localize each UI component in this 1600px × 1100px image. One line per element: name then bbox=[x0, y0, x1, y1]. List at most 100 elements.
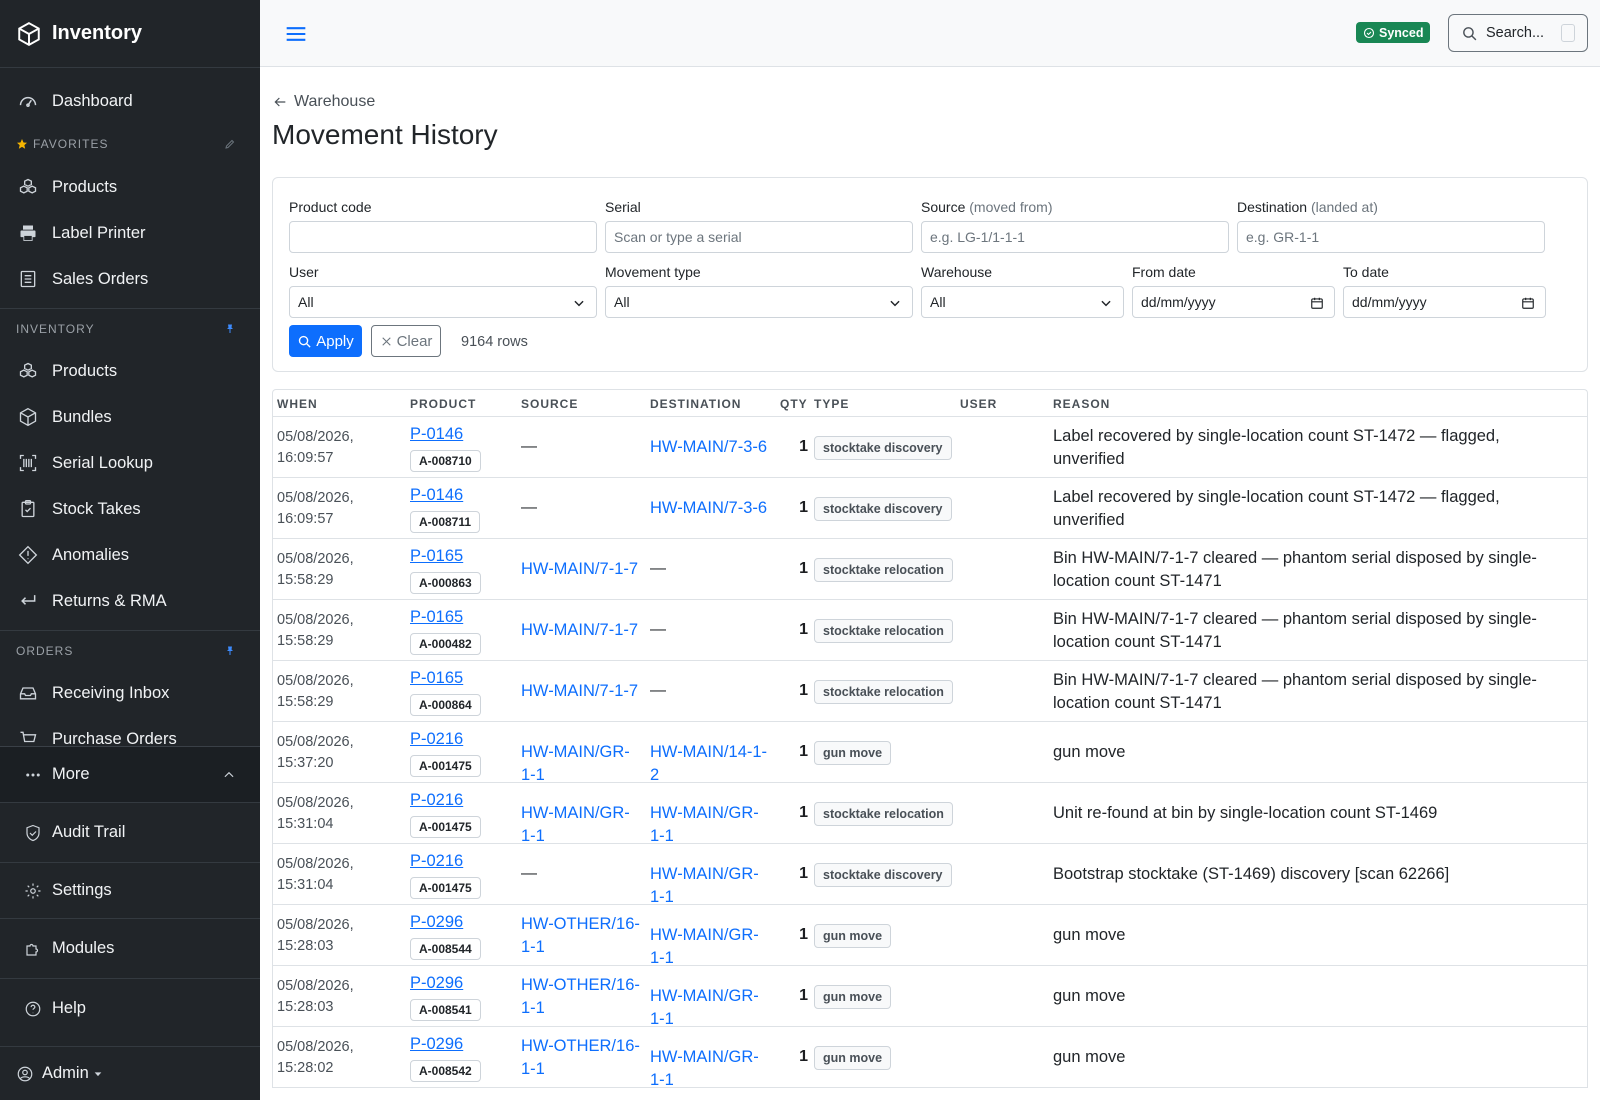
cell-source-link[interactable]: HW-OTHER/16-1-1 bbox=[521, 974, 643, 1020]
cell-destination-link[interactable]: HW-MAIN/14-1-2 bbox=[650, 741, 772, 787]
table-row[interactable]: 05/08/2026, 15:58:29 P-0165 A-000864 HW-MAI… bbox=[273, 661, 1587, 722]
cell-source-link[interactable]: HW-MAIN/7-1-7 bbox=[521, 680, 643, 703]
from-date-label: From date bbox=[1132, 264, 1196, 280]
sidebar-item-returns[interactable]: Returns & RMA bbox=[0, 578, 260, 624]
back-link[interactable]: Warehouse bbox=[272, 93, 375, 111]
col-type[interactable]: TYPE bbox=[814, 397, 849, 411]
cell-product-link[interactable]: P-0296 bbox=[410, 911, 463, 933]
col-destination[interactable]: DESTINATION bbox=[650, 397, 741, 411]
sidebar-nav[interactable]: Dashboard FAVORITES Products Label Print… bbox=[0, 68, 260, 746]
movement-type-select[interactable]: All bbox=[605, 286, 913, 318]
cell-product-link[interactable]: P-0296 bbox=[410, 1033, 463, 1055]
cell-destination-empty: — bbox=[650, 621, 666, 638]
search-icon bbox=[299, 335, 311, 348]
table-row[interactable]: 05/08/2026, 15:31:04 P-0216 A-001475 — HW-MA… bbox=[273, 844, 1587, 906]
pencil-icon[interactable] bbox=[224, 138, 236, 150]
table-row[interactable]: 05/08/2026, 15:58:29 P-0165 A-000482 HW-MAI… bbox=[273, 600, 1587, 661]
sidebar-item-products[interactable]: Products bbox=[0, 348, 260, 394]
sidebar-more-toggle[interactable]: More bbox=[0, 746, 260, 802]
global-search[interactable]: Search... bbox=[1448, 14, 1588, 52]
cell-destination-link[interactable]: HW-MAIN/GR-1-1 bbox=[650, 985, 772, 1031]
calendar-icon[interactable] bbox=[1310, 296, 1324, 310]
close-icon bbox=[381, 336, 391, 346]
table-row[interactable]: 05/08/2026, 15:31:04 P-0216 A-001475 HW-MAI… bbox=[273, 783, 1587, 845]
col-qty[interactable]: QTY bbox=[780, 397, 808, 411]
cell-product-link[interactable]: P-0146 bbox=[410, 423, 463, 445]
serial-input[interactable]: Scan or type a serial bbox=[605, 221, 913, 253]
source-input[interactable]: e.g. LG-1/1-1-1 bbox=[921, 221, 1229, 253]
cell-reason: gun move bbox=[1053, 743, 1126, 761]
cell-product-link[interactable]: P-0216 bbox=[410, 850, 463, 872]
cell-source-link[interactable]: HW-MAIN/7-1-7 bbox=[521, 558, 643, 581]
col-when[interactable]: WHEN bbox=[277, 397, 318, 411]
user-select[interactable]: All bbox=[289, 286, 597, 318]
sidebar-item-help[interactable]: Help bbox=[0, 978, 260, 1038]
pin-icon[interactable] bbox=[224, 645, 236, 657]
destination-input[interactable]: e.g. GR-1-1 bbox=[1237, 221, 1545, 253]
table-row[interactable]: 05/08/2026, 15:58:29 P-0165 A-000863 HW-MAI… bbox=[273, 539, 1587, 600]
sidebar-item-fav-products[interactable]: Products bbox=[0, 164, 260, 210]
hamburger-menu-icon[interactable] bbox=[282, 20, 310, 48]
to-date-input[interactable]: dd/mm/yyyy bbox=[1343, 286, 1546, 318]
warehouse-select[interactable]: All bbox=[921, 286, 1124, 318]
cell-product-link[interactable]: P-0165 bbox=[410, 667, 463, 689]
sidebar-item-anomalies[interactable]: Anomalies bbox=[0, 532, 260, 578]
serial-label: Serial bbox=[605, 199, 641, 215]
pin-icon[interactable] bbox=[224, 323, 236, 335]
table-row[interactable]: 05/08/2026, 15:37:20 P-0216 A-001475 HW-MAI… bbox=[273, 722, 1587, 784]
cell-product-link[interactable]: P-0146 bbox=[410, 484, 463, 506]
clear-button[interactable]: Clear bbox=[371, 325, 441, 357]
col-source[interactable]: SOURCE bbox=[521, 397, 578, 411]
brand[interactable]: Inventory bbox=[0, 0, 260, 68]
table-row[interactable]: 05/08/2026, 15:28:03 P-0296 A-008541 HW-OTH… bbox=[273, 966, 1587, 1028]
sidebar-item-settings[interactable]: Settings bbox=[0, 862, 260, 918]
apply-button[interactable]: Apply bbox=[289, 325, 362, 357]
product-code-input[interactable] bbox=[289, 221, 597, 253]
sidebar-item-serial-lookup[interactable]: Serial Lookup bbox=[0, 440, 260, 486]
table-row[interactable]: 05/08/2026, 15:28:02 P-0296 A-008542 HW-OTH… bbox=[273, 1027, 1587, 1089]
cell-source-link[interactable]: HW-MAIN/GR-1-1 bbox=[521, 802, 643, 848]
sidebar-item-purchase-orders[interactable]: Purchase Orders bbox=[0, 716, 260, 746]
cell-product-link[interactable]: P-0216 bbox=[410, 789, 463, 811]
sidebar-item-stock-takes[interactable]: Stock Takes bbox=[0, 486, 260, 532]
cell-source-link[interactable]: HW-OTHER/16-1-1 bbox=[521, 913, 643, 959]
cell-type-badge: gun move bbox=[814, 985, 892, 1009]
sidebar-item-dashboard[interactable]: Dashboard bbox=[0, 78, 260, 124]
warehouse-select-value: All bbox=[930, 294, 946, 310]
cell-qty: 1 bbox=[799, 499, 808, 516]
from-date-input[interactable]: dd/mm/yyyy bbox=[1132, 286, 1335, 318]
cell-qty: 1 bbox=[799, 438, 808, 455]
col-reason[interactable]: REASON bbox=[1053, 397, 1110, 411]
col-user[interactable]: USER bbox=[960, 397, 997, 411]
cell-source-link[interactable]: HW-OTHER/16-1-1 bbox=[521, 1035, 643, 1081]
table-row[interactable]: 05/08/2026, 16:09:57 P-0146 A-008710 — HW-MA… bbox=[273, 417, 1587, 478]
cell-destination-link[interactable]: HW-MAIN/GR-1-1 bbox=[650, 924, 772, 970]
cell-destination-link[interactable]: HW-MAIN/GR-1-1 bbox=[650, 863, 772, 909]
cell-source-link[interactable]: HW-MAIN/7-1-7 bbox=[521, 619, 643, 642]
cell-product-link[interactable]: P-0165 bbox=[410, 545, 463, 567]
section-orders: ORDERS bbox=[0, 630, 260, 670]
arrow-left-icon bbox=[274, 97, 286, 107]
sidebar-item-modules[interactable]: Modules bbox=[0, 918, 260, 978]
cell-type-badge: stocktake relocation bbox=[814, 680, 953, 704]
cell-qty: 1 bbox=[799, 926, 808, 943]
cell-product-link[interactable]: P-0216 bbox=[410, 728, 463, 750]
sidebar-item-label-printer[interactable]: Label Printer bbox=[0, 210, 260, 256]
sidebar-item-audit-trail[interactable]: Audit Trail bbox=[0, 802, 260, 862]
cell-destination-link[interactable]: HW-MAIN/7-3-6 bbox=[650, 497, 772, 520]
table-row[interactable]: 05/08/2026, 16:09:57 P-0146 A-008711 — HW-MA… bbox=[273, 478, 1587, 539]
cell-qty: 1 bbox=[799, 865, 808, 882]
cell-product-link[interactable]: P-0165 bbox=[410, 606, 463, 628]
calendar-icon[interactable] bbox=[1521, 296, 1535, 310]
user-menu[interactable]: Admin bbox=[0, 1046, 260, 1100]
sidebar-item-bundles[interactable]: Bundles bbox=[0, 394, 260, 440]
cell-destination-link[interactable]: HW-MAIN/GR-1-1 bbox=[650, 802, 772, 848]
sidebar-item-sales-orders[interactable]: Sales Orders bbox=[0, 256, 260, 302]
cell-source-link[interactable]: HW-MAIN/GR-1-1 bbox=[521, 741, 643, 787]
sidebar-item-receiving-inbox[interactable]: Receiving Inbox bbox=[0, 670, 260, 716]
col-product[interactable]: PRODUCT bbox=[410, 397, 476, 411]
cell-product-link[interactable]: P-0296 bbox=[410, 972, 463, 994]
table-row[interactable]: 05/08/2026, 15:28:03 P-0296 A-008544 HW-OTH… bbox=[273, 905, 1587, 967]
cell-destination-link[interactable]: HW-MAIN/7-3-6 bbox=[650, 436, 772, 459]
cell-destination-link[interactable]: HW-MAIN/GR-1-1 bbox=[650, 1046, 772, 1092]
